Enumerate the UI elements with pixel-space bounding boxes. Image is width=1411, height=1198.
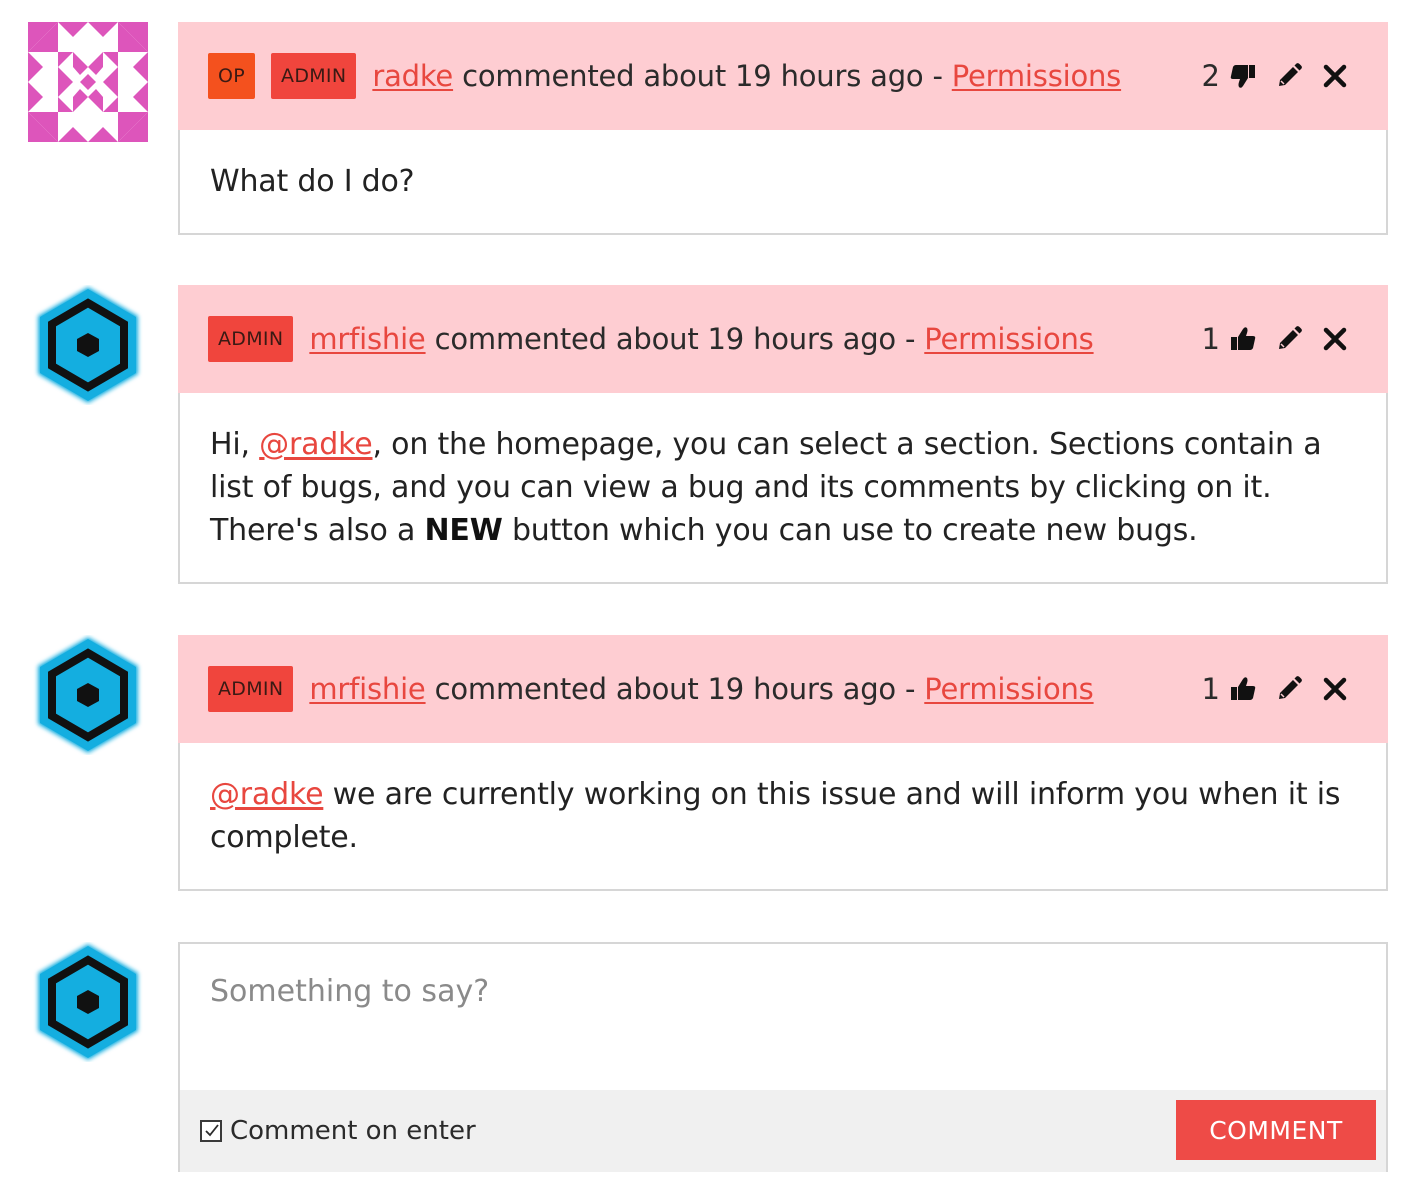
hexagon-avatar-icon <box>38 287 138 403</box>
comment-text-suffix: we are currently working on this issue a… <box>210 777 1341 855</box>
comment-on-enter-toggle[interactable]: Comment on enter <box>200 1090 476 1172</box>
comment-text: What do I do? <box>210 164 415 199</box>
vote-count: 1 <box>1201 322 1220 356</box>
delete-close-icon[interactable] <box>1320 61 1350 91</box>
section-link[interactable]: Permissions <box>952 59 1122 93</box>
comment-card: ADMIN mrfishie commented about 19 hours … <box>178 285 1388 584</box>
hexagon-avatar-icon <box>38 637 138 753</box>
op-badge: OP <box>208 53 256 99</box>
delete-close-icon[interactable] <box>1320 674 1350 704</box>
comment-actions: 1 <box>1202 635 1350 743</box>
author-link[interactable]: mrfishie <box>309 322 425 356</box>
comment-meta: ADMIN mrfishie commented about 19 hours … <box>208 635 1094 743</box>
comment-thread: OP ADMIN radke commented about 19 hours … <box>0 0 1411 1198</box>
edit-pencil-icon[interactable] <box>1274 324 1304 354</box>
avatar <box>28 285 148 405</box>
comment-input[interactable] <box>180 944 1386 1090</box>
comment-submit-button[interactable]: COMMENT <box>1176 1100 1376 1160</box>
comment-card: ADMIN mrfishie commented about 19 hours … <box>178 635 1388 891</box>
comment-action-text: commented about 19 hours ago - <box>462 59 943 93</box>
comment-card: OP ADMIN radke commented about 19 hours … <box>178 22 1388 235</box>
delete-close-icon[interactable] <box>1320 324 1350 354</box>
comment-header: OP ADMIN radke commented about 19 hours … <box>178 22 1388 130</box>
comment-action-text: commented about 19 hours ago - <box>434 322 916 356</box>
comment-on-enter-label: Comment on enter <box>230 1116 476 1146</box>
avatar <box>28 942 148 1062</box>
comment-meta-text: mrfishie commented about 19 hours ago - … <box>309 322 1093 356</box>
comment-meta-text: mrfishie commented about 19 hours ago - … <box>309 672 1093 706</box>
section-link[interactable]: Permissions <box>924 672 1094 706</box>
comment-header: ADMIN mrfishie commented about 19 hours … <box>178 285 1388 393</box>
comment-body: Hi, @radke, on the homepage, you can sel… <box>180 393 1386 582</box>
thumbs-up-icon[interactable] <box>1228 674 1258 704</box>
comment-composer: Comment on enter COMMENT <box>178 942 1388 1172</box>
comment-text-bold: NEW <box>424 513 503 548</box>
admin-badge: ADMIN <box>208 316 294 362</box>
vote-count: 1 <box>1201 672 1220 706</box>
comment-actions: 1 <box>1202 285 1350 393</box>
thumbs-down-icon[interactable] <box>1228 61 1258 91</box>
admin-badge: ADMIN <box>271 53 357 99</box>
composer-footer: Comment on enter COMMENT <box>180 1090 1386 1172</box>
identicon-avatar-icon <box>28 22 148 142</box>
hexagon-avatar-icon <box>38 944 138 1060</box>
author-link[interactable]: radke <box>372 59 453 93</box>
comment-body: What do I do? <box>180 130 1386 233</box>
comment-meta: OP ADMIN radke commented about 19 hours … <box>208 22 1121 130</box>
comment-action-text: commented about 19 hours ago - <box>434 672 916 706</box>
admin-badge: ADMIN <box>208 666 294 712</box>
comment-text-prefix: Hi, <box>210 427 260 462</box>
author-link[interactable]: mrfishie <box>309 672 425 706</box>
comment-actions: 2 <box>1202 22 1350 130</box>
mention-link[interactable]: @radke <box>210 777 324 812</box>
section-link[interactable]: Permissions <box>924 322 1094 356</box>
avatar <box>28 635 148 755</box>
comment-meta-text: radke commented about 19 hours ago - Per… <box>372 59 1121 93</box>
comment-on-enter-checkbox[interactable] <box>200 1120 222 1142</box>
comment-text-suffix: button which you can use to create new b… <box>502 513 1198 548</box>
mention-link[interactable]: @radke <box>259 427 373 462</box>
comment-meta: ADMIN mrfishie commented about 19 hours … <box>208 285 1094 393</box>
vote-count: 2 <box>1201 59 1220 93</box>
avatar <box>28 22 148 142</box>
checkmark-icon <box>205 1124 219 1137</box>
comment-body: @radke we are currently working on this … <box>180 743 1386 889</box>
edit-pencil-icon[interactable] <box>1274 61 1304 91</box>
thumbs-up-icon[interactable] <box>1228 324 1258 354</box>
comment-header: ADMIN mrfishie commented about 19 hours … <box>178 635 1388 743</box>
edit-pencil-icon[interactable] <box>1274 674 1304 704</box>
